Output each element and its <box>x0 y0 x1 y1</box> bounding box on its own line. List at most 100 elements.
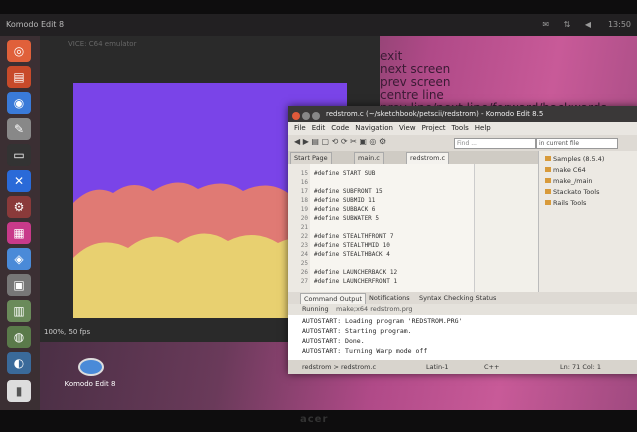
line-number: 22 <box>300 233 308 240</box>
code-line: #define LAUNCHERBACK 12 <box>314 269 398 276</box>
workspace-icon[interactable]: ▥ <box>7 300 31 322</box>
apps-icon[interactable]: ◐ <box>7 352 31 374</box>
line-number: 16 <box>300 179 308 186</box>
komodo-icon[interactable]: ◍ <box>7 326 31 348</box>
minimize-icon[interactable] <box>302 112 310 120</box>
menu-help[interactable]: Help <box>475 124 491 132</box>
line-number: 27 <box>300 278 308 285</box>
desktop-icon-komodo[interactable]: Komodo Edit 8 <box>60 354 120 394</box>
folder-icon <box>545 178 551 183</box>
desktop-icon-label: Komodo Edit 8 <box>64 380 116 388</box>
system-tray-icons[interactable]: ✉ ⇅ ◀ <box>542 14 597 36</box>
places-pane: Samples (8.5.4) make C64 make_/main Stac… <box>538 151 637 292</box>
code-editor[interactable]: 15 16 17 18 19 20 21 22 23 24 25 26 27 #define START… <box>288 164 474 292</box>
trash-icon[interactable]: ▮ <box>7 380 31 402</box>
komodo-titlebar[interactable]: redstrom.c (~/sketchbook/petscii/redstro… <box>288 106 637 122</box>
line-number: 17 <box>300 188 308 195</box>
code-line: #define STEALTHFRONT 7 <box>314 233 394 240</box>
files-icon[interactable]: ▤ <box>7 66 31 88</box>
vice-title: VICE: C64 emulator <box>68 40 137 48</box>
status-breadcrumb[interactable]: redstrom > redstrom.c <box>302 360 376 374</box>
status-position: Ln: 71 Col: 1 <box>560 363 602 371</box>
statusbar: redstrom > redstrom.c Latin-1 C++ Ln: 71… <box>288 360 637 374</box>
menu-tools[interactable]: Tools <box>452 124 469 132</box>
settings-icon[interactable]: ◈ <box>7 248 31 270</box>
output-line: AUTOSTART: Loading program 'REDSTROM.PRG… <box>302 317 463 325</box>
menu-navigation[interactable]: Navigation <box>355 124 393 132</box>
code-line: #define START SUB <box>314 170 376 177</box>
running-label: Running <box>302 305 329 313</box>
komodo-window[interactable]: redstrom.c (~/sketchbook/petscii/redstro… <box>288 106 637 374</box>
komodo-icon <box>78 358 104 376</box>
line-number: 15 <box>300 170 308 177</box>
find-input[interactable]: Find ... <box>454 138 536 149</box>
menu-project[interactable]: Project <box>422 124 446 132</box>
folder-icon <box>545 200 551 205</box>
active-app-title: Komodo Edit 8 <box>6 20 65 29</box>
monitor-bottom-bezel: acer <box>0 410 637 432</box>
places-item[interactable]: make_/main <box>545 177 593 185</box>
status-encoding[interactable]: Latin-1 <box>426 360 449 374</box>
menu-edit[interactable]: Edit <box>312 124 326 132</box>
places-item[interactable]: Rails Tools <box>545 199 586 207</box>
firefox-icon[interactable]: ◉ <box>7 92 31 114</box>
code-line: #define SUBBACK 6 <box>314 206 376 213</box>
brand-logo: acer <box>300 414 329 425</box>
ubuntu-home-icon[interactable]: ◎ <box>7 40 31 62</box>
output-line: AUTOSTART: Turning Warp mode off <box>302 347 428 355</box>
places-item[interactable]: Stackato Tools <box>545 188 599 196</box>
line-number: 26 <box>300 269 308 276</box>
line-number: 20 <box>300 215 308 222</box>
line-number: 19 <box>300 206 308 213</box>
tab-syntax-checking[interactable]: Syntax Checking Status <box>416 293 499 303</box>
running-command: make;x64 redstrom.prg <box>336 305 413 313</box>
line-number: 25 <box>300 260 308 267</box>
status-language[interactable]: C++ <box>484 360 499 374</box>
line-number: 24 <box>300 251 308 258</box>
minimap[interactable] <box>474 164 539 292</box>
menu-view[interactable]: View <box>399 124 416 132</box>
close-icon[interactable] <box>292 112 300 120</box>
maximize-icon[interactable] <box>312 112 320 120</box>
clock[interactable]: 13:50 <box>608 14 631 36</box>
places-item[interactable]: Samples (8.5.4) <box>545 155 604 163</box>
line-number: 18 <box>300 197 308 204</box>
menu-code[interactable]: Code <box>331 124 349 132</box>
text-editor-icon[interactable]: ✎ <box>7 118 31 140</box>
menu-file[interactable]: File <box>294 124 306 132</box>
komodo-title: redstrom.c (~/sketchbook/petscii/redstro… <box>326 110 544 118</box>
monitor-top-bezel <box>0 0 637 14</box>
output-line: AUTOSTART: Done. <box>302 337 365 345</box>
toolbar-icons[interactable]: ◀ ▶ ▤ ▢ ⟲ ⟳ ✂ ▣ ◎ ⚙ <box>294 137 386 146</box>
top-panel: Komodo Edit 8 ✉ ⇅ ◀ 13:50 <box>0 14 637 36</box>
toolbar: ◀ ▶ ▤ ▢ ⟲ ⟳ ✂ ▣ ◎ ⚙ Find ... in current … <box>288 135 637 151</box>
command-output[interactable]: AUTOSTART: Loading program 'REDSTROM.PRG… <box>288 315 637 360</box>
folder-icon <box>545 167 551 172</box>
code-line: #define STEALTHMID 10 <box>314 242 390 249</box>
tools-icon[interactable]: ✕ <box>7 170 31 192</box>
code-line: #define SUBFRONT 15 <box>314 188 383 195</box>
folder-icon <box>545 189 551 194</box>
disk-icon[interactable]: ▣ <box>7 274 31 296</box>
line-number: 23 <box>300 242 308 249</box>
line-number: 21 <box>300 224 308 231</box>
output-tabs: Command Output Notifications Syntax Chec… <box>288 292 637 305</box>
vice-status: 100%, 50 fps <box>44 328 91 336</box>
gear-icon[interactable]: ⚙ <box>7 196 31 218</box>
folder-icon <box>545 156 551 161</box>
running-bar: Running make;x64 redstrom.prg <box>288 304 637 315</box>
find-scope-select[interactable]: in current file <box>536 138 618 149</box>
menubar: File Edit Code Navigation View Project Tools He… <box>288 122 637 135</box>
launcher: ◎ ▤ ◉ ✎ ▭ ✕ ⚙ ▦ ◈ ▣ ▥ ◍ ◐ ▮ <box>0 36 40 416</box>
code-line: #define STEALTHBACK 4 <box>314 251 390 258</box>
software-icon[interactable]: ▦ <box>7 222 31 244</box>
places-item[interactable]: make C64 <box>545 166 586 174</box>
tab-notifications[interactable]: Notifications <box>366 293 413 303</box>
code-line: #define SUBMID 11 <box>314 197 376 204</box>
line-gutter: 15 16 17 18 19 20 21 22 23 24 25 26 27 <box>288 164 310 292</box>
code-line: #define LAUNCHERFRONT 1 <box>314 278 398 285</box>
editor-tabs: Start Page main.c redstrom.c <box>288 151 538 165</box>
output-line: AUTOSTART: Starting program. <box>302 327 412 335</box>
code-line: #define SUBWATER 5 <box>314 215 380 222</box>
terminal-icon[interactable]: ▭ <box>7 144 31 166</box>
